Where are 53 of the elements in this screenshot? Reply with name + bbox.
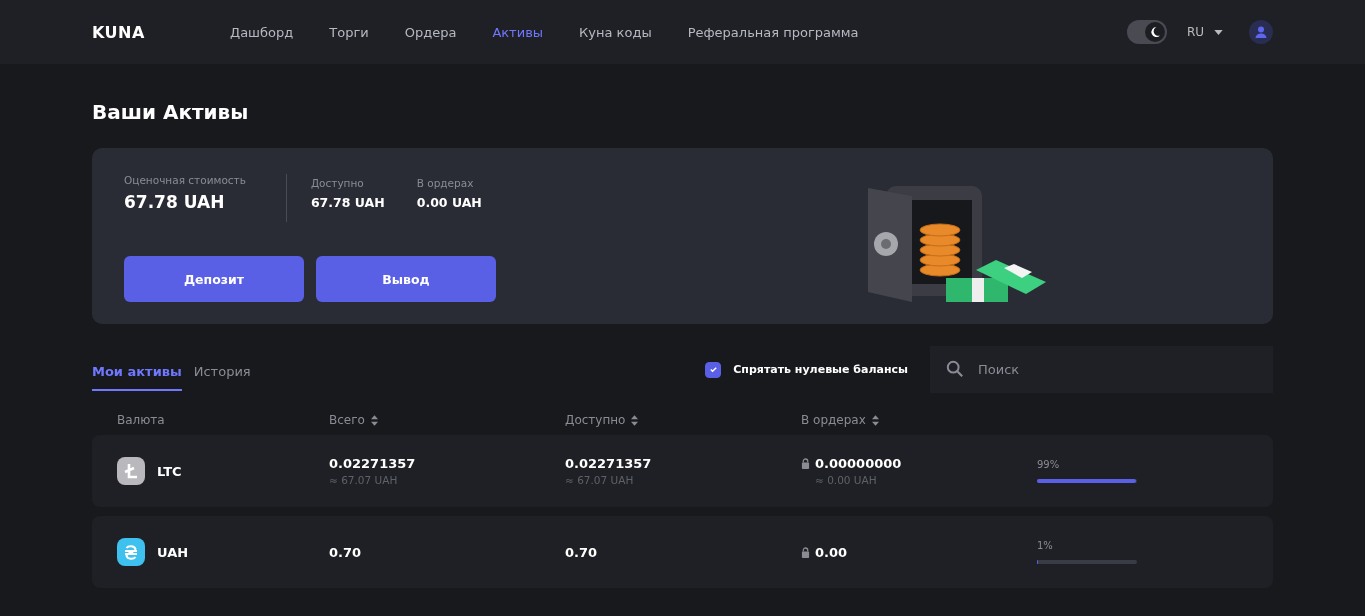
checkbox-label[interactable]: Спрятать нулевые балансы bbox=[733, 363, 908, 376]
sort-icon[interactable] bbox=[631, 414, 639, 426]
stat-label: Доступно bbox=[310, 177, 365, 189]
theme-toggle[interactable] bbox=[1126, 20, 1167, 44]
search-field[interactable]: Поиск bbox=[930, 346, 1273, 393]
caret-icon[interactable] bbox=[1214, 29, 1223, 35]
nav-link[interactable]: Реферальная программа bbox=[687, 24, 859, 40]
checkbox[interactable] bbox=[705, 361, 722, 378]
user-icon[interactable] bbox=[1249, 20, 1273, 44]
available-amount: 0.70 bbox=[565, 544, 599, 560]
column-header[interactable]: В ордерах bbox=[801, 413, 866, 427]
share-percent: 1% bbox=[1037, 540, 1054, 551]
stat-label: В ордерах bbox=[416, 177, 475, 189]
currency-name: UAH bbox=[157, 544, 189, 560]
check-icon bbox=[708, 365, 718, 374]
language-selector[interactable]: RU bbox=[1186, 25, 1204, 39]
nav-link[interactable]: Куна коды bbox=[579, 24, 652, 40]
tab[interactable]: История bbox=[193, 348, 251, 391]
nav-link[interactable]: Активы bbox=[492, 24, 544, 40]
tab[interactable]: Мои активы bbox=[92, 348, 182, 391]
coin-icon bbox=[117, 538, 145, 566]
coin-icon bbox=[117, 457, 145, 485]
asset-row[interactable]: UAH 0.70 0.70 0.00 1% bbox=[92, 516, 1273, 588]
stat-value: 67.78 UAH bbox=[124, 192, 226, 212]
total-uah: ≈ 67.07 UAH bbox=[329, 474, 399, 486]
in-orders-amount: 0.00000000 bbox=[815, 456, 902, 471]
action-button[interactable]: Вывод bbox=[316, 256, 496, 302]
action-button[interactable]: Депозит bbox=[124, 256, 304, 302]
nav-link[interactable]: Дашборд bbox=[230, 24, 294, 40]
available-amount: 0.02271357 bbox=[565, 456, 653, 471]
column-header[interactable]: Всего bbox=[329, 413, 365, 427]
column-header: Валюта bbox=[117, 413, 165, 427]
moon-icon bbox=[1144, 22, 1165, 42]
page-title: Ваши Активы bbox=[92, 100, 250, 124]
currency-name: LTC bbox=[157, 463, 182, 479]
sort-icon[interactable] bbox=[370, 414, 378, 426]
nav-link[interactable]: Торги bbox=[329, 24, 369, 40]
stat-value: 0.00 UAH bbox=[416, 195, 482, 210]
total-amount: 0.70 bbox=[329, 544, 363, 560]
in-orders-amount: 0.00 bbox=[815, 544, 848, 560]
sort-icon[interactable] bbox=[871, 414, 879, 426]
in-orders-uah: ≈ 0.00 UAH bbox=[814, 474, 878, 486]
asset-row[interactable]: LTC 0.02271357 ≈ 67.07 UAH 0.02271357 ≈ 67.07 UAH 0.00000000 ≈ 0.00 UAH 99% bbox=[92, 435, 1273, 507]
logo[interactable]: KUNA bbox=[92, 22, 230, 42]
lock-icon bbox=[801, 458, 810, 469]
nav-link[interactable]: Ордера bbox=[404, 24, 457, 40]
column-header[interactable]: Доступно bbox=[565, 413, 626, 427]
available-uah: ≈ 67.07 UAH bbox=[565, 474, 635, 486]
stat-value: 67.78 UAH bbox=[310, 195, 385, 210]
share-percent: 99% bbox=[1037, 459, 1061, 470]
total-amount: 0.02271357 bbox=[329, 456, 417, 471]
stat-label: Оценочная стоимость bbox=[124, 174, 246, 186]
lock-icon bbox=[801, 546, 810, 558]
